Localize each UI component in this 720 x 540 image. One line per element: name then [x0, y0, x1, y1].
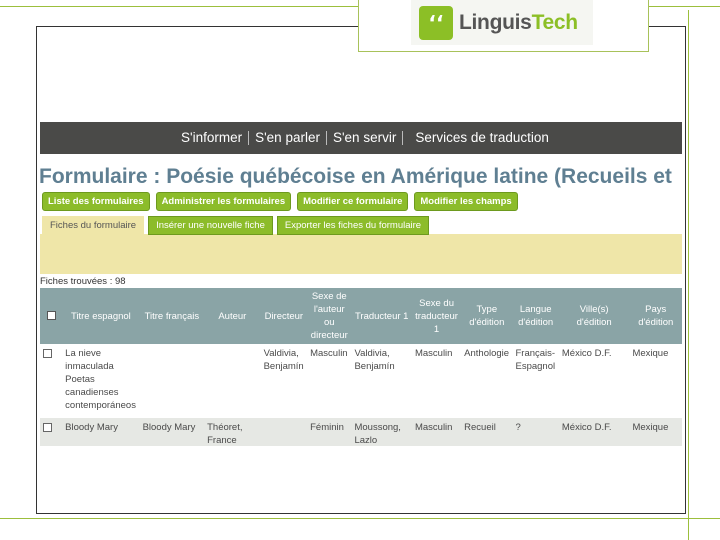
logo: ‘‘ LinguisTech: [411, 0, 593, 45]
edit-fields-button[interactable]: Modifier les champs: [414, 192, 518, 211]
brand-part2: Tech: [531, 10, 579, 34]
table-cell: Masculin: [310, 348, 348, 359]
table-cell: La nieve inmaculada Poetas canadienses c…: [65, 348, 136, 411]
col-header[interactable]: Traducteur 1: [351, 288, 412, 344]
table-row[interactable]: Bloody Mary Bloody Mary Théoret, France …: [40, 418, 682, 446]
nav-item-sinformer[interactable]: S'informer: [175, 131, 250, 145]
col-header[interactable]: Titre français: [140, 288, 205, 344]
col-header[interactable]: Auteur: [204, 288, 260, 344]
table-header-row: Titre espagnol Titre français Auteur Dir…: [40, 288, 682, 344]
table-cell: México D.F.: [561, 422, 612, 433]
table-cell: México D.F.: [561, 348, 612, 359]
nav-item-services-traduction[interactable]: Services de traduction: [409, 131, 555, 145]
action-buttons: Liste des formulaires Administrer les fo…: [42, 192, 682, 211]
table-cell: [204, 344, 260, 418]
nav-item-sen-parler[interactable]: S'en parler: [249, 131, 327, 145]
table-cell: Recueil: [464, 422, 496, 433]
decorative-line: [647, 6, 720, 7]
table-cell: Théoret, France: [207, 422, 243, 446]
table-cell: Féminin: [310, 422, 344, 433]
table-cell: Valdivia, Benjamín: [263, 348, 304, 372]
table-cell: Mexique: [632, 348, 669, 359]
admin-forms-button[interactable]: Administrer les formulaires: [155, 192, 292, 211]
top-nav: S'informer S'en parler S'en servir Servi…: [40, 122, 682, 154]
row-checkbox[interactable]: [43, 349, 52, 358]
quote-icon: ‘‘: [419, 5, 453, 40]
records-found: Fiches trouvées : 98: [40, 276, 126, 287]
nav-item-sen-servir[interactable]: S'en servir: [327, 131, 404, 145]
logo-container: ‘‘ LinguisTech: [358, 0, 649, 52]
edit-form-button[interactable]: Modifier ce formulaire: [297, 192, 409, 211]
tab-form-records[interactable]: Fiches du formulaire: [42, 216, 145, 235]
page-title: Formulaire : Poésie québécoise en Amériq…: [40, 165, 672, 188]
row-select-cell: [40, 344, 62, 418]
col-header[interactable]: Type d'édition: [461, 288, 512, 344]
col-header[interactable]: Langue d'édition: [512, 288, 558, 344]
table-row[interactable]: La nieve inmaculada Poetas canadienses c…: [40, 344, 682, 418]
col-header[interactable]: Sexe du traducteur 1: [412, 288, 461, 344]
decorative-line: [0, 6, 360, 7]
brand-name: LinguisTech: [459, 11, 578, 35]
tabs: Fiches du formulaire Insérer une nouvell…: [42, 216, 682, 235]
records-table: Titre espagnol Titre français Auteur Dir…: [40, 288, 682, 446]
table-cell: [140, 344, 205, 418]
col-header[interactable]: Sexe de l'auteur ou directeur: [307, 288, 351, 344]
brand-part1: Linguis: [459, 10, 532, 34]
table-cell: Français-Espagnol: [515, 348, 556, 372]
tab-panel: [40, 234, 682, 274]
table-cell: Masculin: [414, 422, 453, 433]
table-cell: Moussong, Lazlo: [354, 422, 401, 446]
tab-export-records[interactable]: Exporter les fiches du formulaire: [276, 216, 430, 235]
table-cell: Anthologie: [464, 348, 510, 359]
select-all-checkbox[interactable]: [46, 310, 56, 320]
table-cell: ?: [515, 422, 521, 433]
col-header[interactable]: Directeur: [261, 288, 308, 344]
screenshot: S'informer S'en parler S'en servir Servi…: [40, 122, 682, 446]
table-cell: Mexique: [632, 422, 669, 433]
tab-insert-record[interactable]: Insérer une nouvelle fiche: [148, 216, 273, 235]
col-header[interactable]: Titre espagnol: [62, 288, 139, 344]
decorative-line: [688, 10, 689, 540]
table-cell: Masculin: [414, 348, 453, 359]
table-cell: Bloody Mary: [142, 422, 196, 433]
row-checkbox[interactable]: [43, 423, 52, 432]
col-header[interactable]: Ville(s) d'édition: [559, 288, 630, 344]
table-cell: Bloody Mary: [65, 422, 118, 433]
table-cell: [261, 418, 308, 446]
table-cell: Valdivia, Benjamín: [354, 348, 395, 372]
select-all-cell: [40, 288, 62, 344]
row-select-cell: [40, 418, 62, 446]
decorative-line: [0, 518, 720, 519]
list-forms-button[interactable]: Liste des formulaires: [42, 192, 150, 211]
col-header[interactable]: Pays d'édition: [629, 288, 682, 344]
